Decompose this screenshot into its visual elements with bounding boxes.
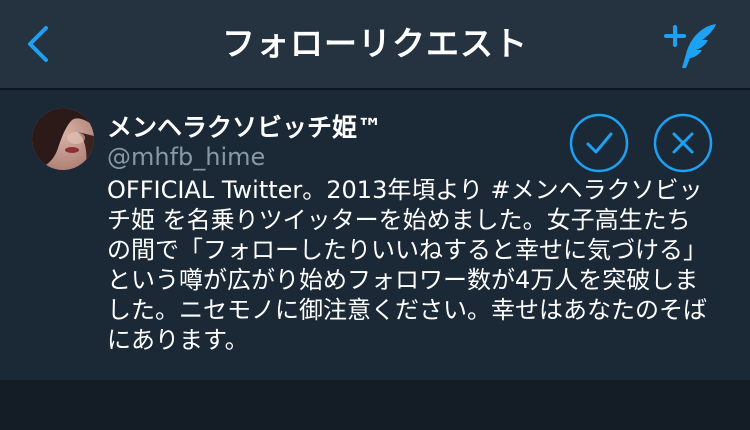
close-icon <box>653 113 713 173</box>
bio-line: という噂が広がり始めフォロワー数が4万人を突破しま <box>107 266 699 294</box>
bio-line: した。ニセモノに御注意ください。幸せはあなたのそば <box>107 296 707 324</box>
avatar[interactable] <box>32 108 94 170</box>
navigation-bar: フォローリクエスト <box>0 0 750 88</box>
page-title: フォローリクエスト <box>222 24 528 63</box>
decline-request-button[interactable] <box>653 113 713 173</box>
back-button[interactable] <box>18 22 62 66</box>
bio-line: OFFICIAL Twitter。2013年頃より #メンヘラクソビッ <box>107 176 703 204</box>
profile-bio: OFFICIAL Twitter。2013年頃より #メンヘラクソビッ チ姫 を… <box>107 175 732 355</box>
bio-line: の間で「フォローしたりいいねすると幸せに気づける」 <box>107 236 707 264</box>
empty-list-area <box>0 380 750 430</box>
follow-request-item[interactable]: メンヘラクソビッチ姫™ @mhfb_hime OFFICIAL Twitter。… <box>0 90 750 380</box>
bio-line: にあります。 <box>107 326 249 354</box>
checkmark-icon <box>569 113 629 173</box>
chevron-left-icon <box>28 26 48 62</box>
username-handle: @mhfb_hime <box>107 143 266 171</box>
compose-tweet-button[interactable] <box>662 20 724 72</box>
accept-request-button[interactable] <box>569 113 629 173</box>
bio-line: チ姫 を名乗りツイッターを始めました。女子高生たち <box>107 206 691 234</box>
display-name[interactable]: メンヘラクソビッチ姫™ <box>107 108 382 144</box>
compose-tweet-icon <box>664 24 716 68</box>
follow-requests-screen: フォローリクエスト メンヘラクソビッチ姫™ @mhfb_hime OFFICIA… <box>0 0 750 430</box>
